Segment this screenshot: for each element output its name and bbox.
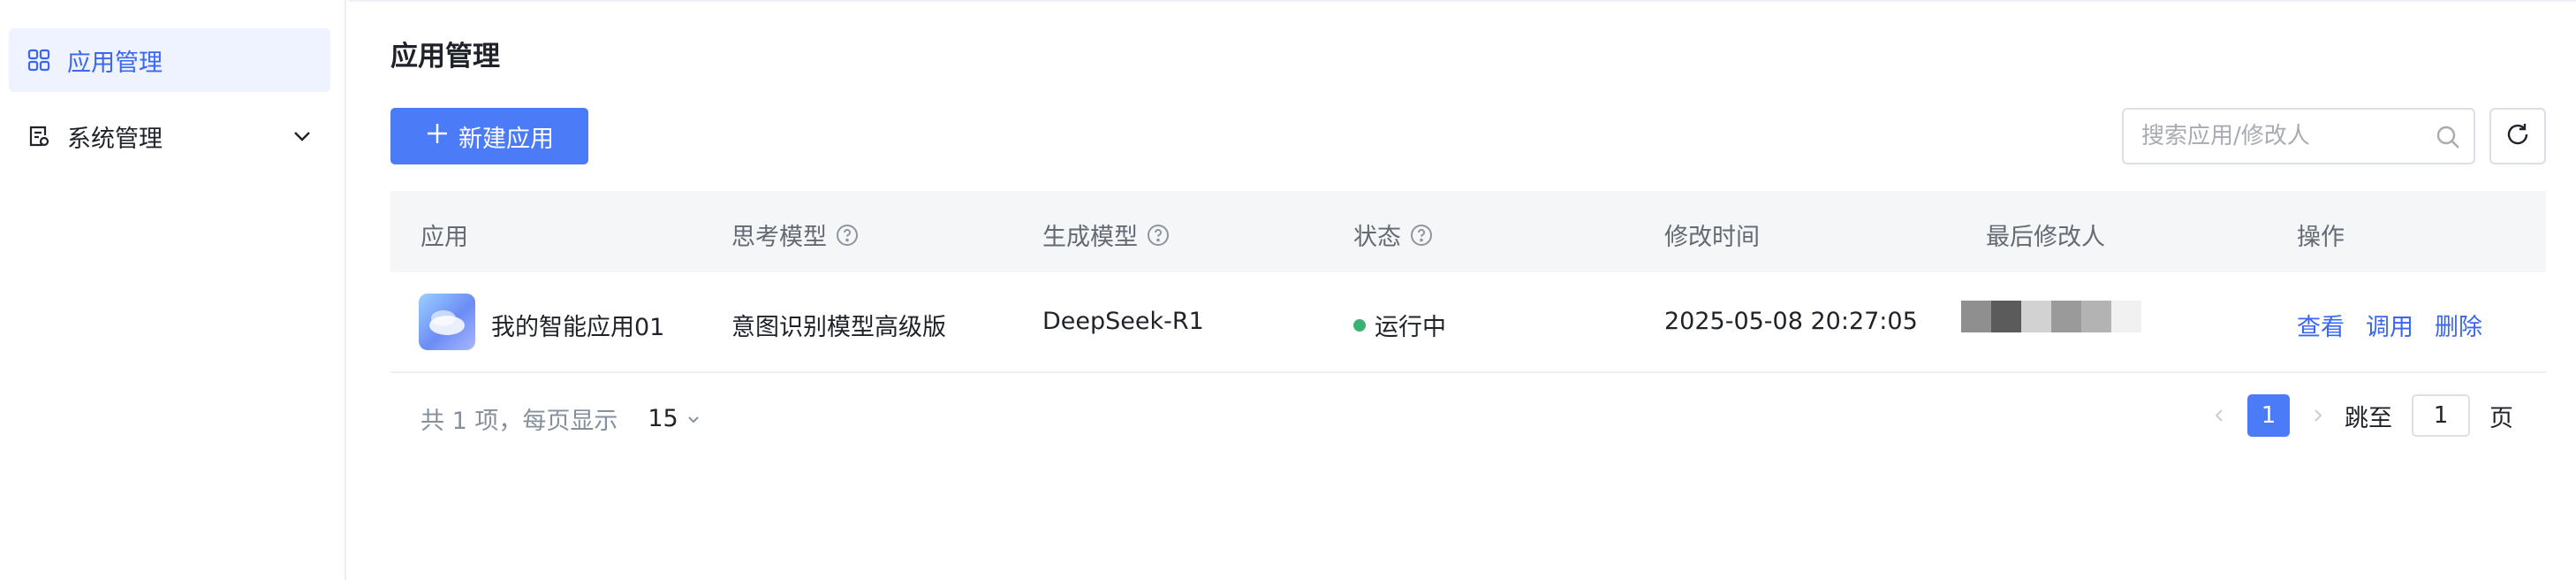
app-name[interactable]: 我的智能应用01 [491,308,664,342]
jump-label: 跳至 [2345,404,2392,432]
chevron-down-icon[interactable] [290,124,314,149]
chevron-down-icon [687,416,699,423]
sidebar-item-label: 系统管理 [67,125,163,153]
status-dot-icon [1353,318,1366,332]
search-icon[interactable] [2435,124,2461,150]
grid-icon [27,48,51,72]
pagination-summary: 共 1 项，每页显示 15 [420,401,701,436]
app-logo-icon [419,294,475,350]
jump-page-input[interactable]: 1 [2412,394,2470,437]
redacted-modifier-name [1961,301,2141,332]
pagination: 1 跳至 1 页 [2201,393,2513,439]
modified-time-value: 2025-05-08 20:27:05 [1664,308,1918,335]
page-title: 应用管理 [390,41,500,72]
sidebar-item-label: 应用管理 [67,49,163,77]
total-count-text: 共 1 项，每页显示 [420,408,618,435]
column-header-thinking-model: 思考模型 [731,218,859,252]
delete-link[interactable]: 删除 [2435,308,2482,342]
system-doc-icon [27,124,51,149]
column-header-actions: 操作 [2297,224,2345,251]
next-page-button[interactable] [2300,393,2336,439]
prev-page-button[interactable] [2201,393,2237,439]
refresh-icon [2504,121,2531,151]
page-size-select[interactable]: 15 [648,405,701,432]
main-content: 应用管理 新建应用 应用 思考模型 生成模型 [348,0,2576,580]
view-link[interactable]: 查看 [2297,308,2345,342]
divider [348,0,2576,2]
help-icon[interactable] [1147,224,1170,247]
page-size-value: 15 [648,405,678,432]
generation-model-value: DeepSeek-R1 [1042,308,1204,335]
column-header-app: 应用 [420,224,468,251]
sidebar-item-system-management[interactable]: 系统管理 [9,104,330,168]
table-header: 应用 思考模型 生成模型 状态 修改时间 最后修改人 操作 [390,191,2546,272]
row-actions: 查看 调用 删除 [2297,308,2504,342]
table-row: 我的智能应用01 意图识别模型高级版 DeepSeek-R1 运行中 2025-… [390,272,2546,373]
page-unit-label: 页 [2489,404,2513,432]
new-app-button[interactable]: 新建应用 [390,108,588,164]
plus-icon [425,121,450,151]
refresh-button[interactable] [2489,108,2546,164]
status-badge: 运行中 [1353,308,1446,342]
search-box[interactable] [2122,108,2475,164]
search-input[interactable] [2141,123,2433,149]
sidebar-item-app-management[interactable]: 应用管理 [9,28,330,92]
thinking-model-value: 意图识别模型高级版 [731,314,946,341]
status-text: 运行中 [1375,314,1446,341]
column-header-generation-model: 生成模型 [1042,218,1170,252]
chevron-left-icon [2215,409,2223,422]
sidebar: 应用管理 系统管理 [0,0,346,580]
invoke-link[interactable]: 调用 [2366,308,2413,342]
help-icon[interactable] [1410,224,1433,247]
column-header-modified-time: 修改时间 [1664,224,1760,251]
column-header-status: 状态 [1353,218,1433,252]
new-app-button-label: 新建应用 [458,125,554,153]
column-header-last-modifier: 最后修改人 [1986,224,2105,251]
chevron-right-icon [2315,409,2322,422]
page-number-current[interactable]: 1 [2247,394,2290,437]
help-icon[interactable] [836,224,859,247]
